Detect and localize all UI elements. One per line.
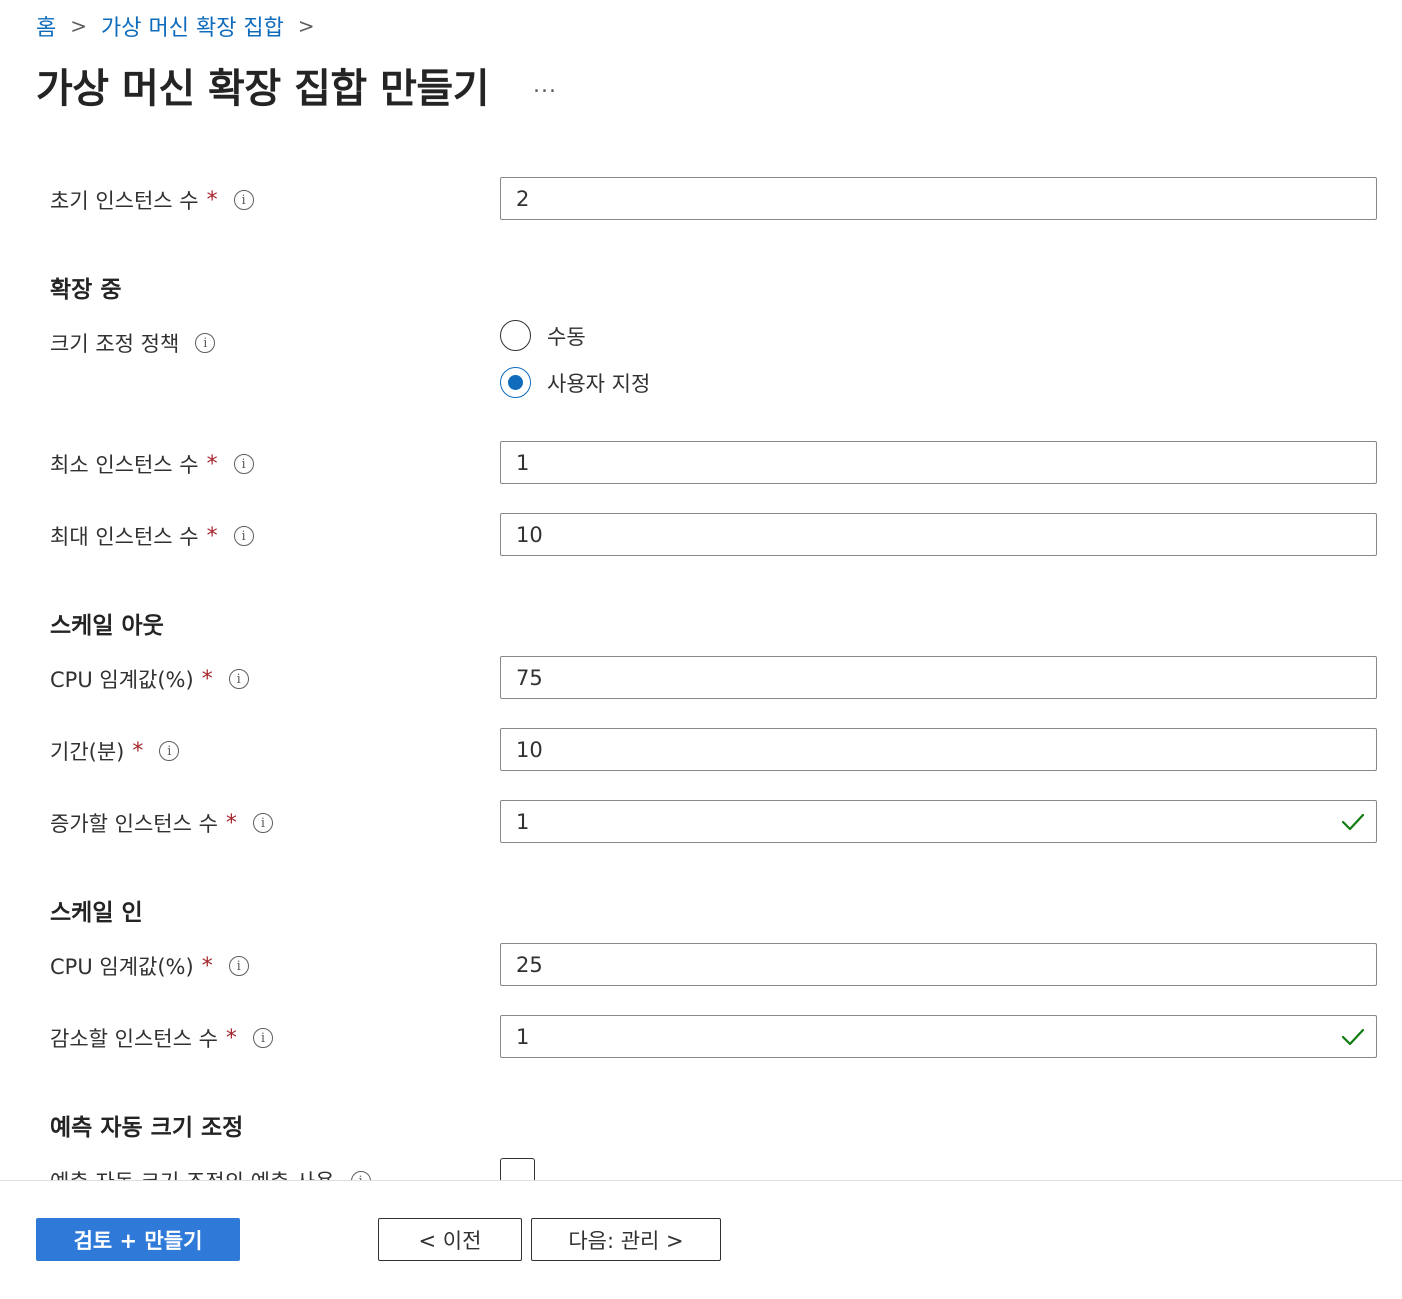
max-instances-value: 10 [516, 522, 543, 547]
breadcrumb-vmss-link[interactable]: 가상 머신 확장 집합 [101, 10, 284, 42]
scale-out-cpu-label: CPU 임계값(%) * i [50, 664, 249, 694]
more-icon[interactable]: ... [533, 73, 557, 98]
info-icon[interactable]: i [228, 956, 249, 976]
decrease-instances-label: 감소할 인스턴스 수 * i [50, 1023, 273, 1053]
radio-custom-circle[interactable] [500, 367, 531, 398]
initial-instances-value: 2 [516, 186, 530, 211]
increase-instances-value: 1 [516, 809, 530, 834]
duration-value: 10 [516, 737, 543, 762]
increase-instances-label-text: 증가할 인스턴스 수 [50, 812, 218, 836]
min-instances-label-text: 최소 인스턴스 수 [50, 453, 199, 477]
breadcrumb: 홈 > 가상 머신 확장 집합 > [36, 10, 329, 42]
predictive-enable-checkbox[interactable] [500, 1158, 535, 1180]
decrease-instances-label-text: 감소할 인스턴스 수 [50, 1027, 218, 1051]
scaling-policy-label: 크기 조정 정책 i [50, 328, 216, 358]
required-mark: * [206, 523, 218, 549]
info-icon[interactable]: i [252, 1028, 273, 1048]
scale-in-cpu-label: CPU 임계값(%) * i [50, 951, 249, 981]
required-mark: * [201, 666, 213, 692]
info-icon[interactable]: i [159, 741, 180, 761]
page-title: 가상 머신 확장 집합 만들기 [36, 66, 490, 112]
required-mark: * [201, 953, 213, 979]
previous-button[interactable]: < 이전 [378, 1218, 522, 1261]
required-mark: * [225, 810, 237, 836]
predictive-enable-label: 예측 자동 크기 조정의 예측 사용 i [50, 1166, 371, 1180]
initial-instances-label: 초기 인스턴스 수 * i [50, 185, 254, 215]
info-icon[interactable]: i [233, 190, 254, 210]
title-row: 가상 머신 확장 집합 만들기 ... [36, 56, 557, 114]
increase-instances-label: 증가할 인스턴스 수 * i [50, 808, 273, 838]
decrease-instances-input[interactable]: 1 [500, 1015, 1377, 1058]
chevron-right-icon: > [70, 14, 88, 38]
info-icon[interactable]: i [195, 333, 216, 353]
predictive-enable-label-text: 예측 자동 크기 조정의 예측 사용 [50, 1166, 335, 1180]
form-content[interactable]: 초기 인스턴스 수 * i 2 확장 중 크기 조정 정책 i 수동 사용자 지… [0, 140, 1402, 1180]
info-icon[interactable]: i [228, 669, 249, 689]
min-instances-input[interactable]: 1 [500, 441, 1377, 484]
radio-custom-label: 사용자 지정 [547, 371, 651, 396]
scaling-policy-label-text: 크기 조정 정책 [50, 332, 180, 356]
section-scale-out-heading: 스케일 아웃 [50, 613, 164, 639]
required-mark: * [206, 451, 218, 477]
section-predictive-heading: 예측 자동 크기 조정 [50, 1115, 244, 1141]
section-scaling-heading: 확장 중 [50, 277, 122, 303]
radio-custom[interactable]: 사용자 지정 [500, 367, 650, 398]
footer-bar: 검토 + 만들기 < 이전 다음: 관리 > [0, 1180, 1402, 1299]
info-icon[interactable]: i [350, 1171, 371, 1180]
radio-manual-circle[interactable] [500, 320, 531, 351]
max-instances-input[interactable]: 10 [500, 513, 1377, 556]
info-icon[interactable]: i [233, 454, 254, 474]
duration-label-text: 기간(분) [50, 740, 125, 764]
scale-in-cpu-label-text: CPU 임계값(%) [50, 955, 194, 979]
radio-manual[interactable]: 수동 [500, 320, 586, 351]
breadcrumb-home-link[interactable]: 홈 [36, 10, 56, 42]
decrease-instances-value: 1 [516, 1024, 530, 1049]
duration-label: 기간(분) * i [50, 736, 180, 766]
increase-instances-input[interactable]: 1 [500, 800, 1377, 843]
scale-out-cpu-input[interactable]: 75 [500, 656, 1377, 699]
scale-in-cpu-value: 25 [516, 952, 543, 977]
min-instances-label: 최소 인스턴스 수 * i [50, 449, 254, 479]
radio-manual-label: 수동 [547, 324, 586, 349]
info-icon[interactable]: i [233, 526, 254, 546]
checkmark-icon [1341, 1028, 1365, 1046]
required-mark: * [132, 738, 144, 764]
next-manage-button[interactable]: 다음: 관리 > [531, 1218, 721, 1261]
checkmark-icon [1341, 813, 1365, 831]
min-instances-value: 1 [516, 450, 530, 475]
duration-input[interactable]: 10 [500, 728, 1377, 771]
required-mark: * [225, 1025, 237, 1051]
info-icon[interactable]: i [252, 813, 273, 833]
initial-instances-input[interactable]: 2 [500, 177, 1377, 220]
max-instances-label-text: 최대 인스턴스 수 [50, 525, 199, 549]
review-create-button[interactable]: 검토 + 만들기 [36, 1218, 240, 1261]
scale-out-cpu-value: 75 [516, 665, 543, 690]
chevron-right-icon: > [297, 14, 315, 38]
initial-instances-label-text: 초기 인스턴스 수 [50, 189, 199, 213]
max-instances-label: 최대 인스턴스 수 * i [50, 521, 254, 551]
scale-out-cpu-label-text: CPU 임계값(%) [50, 668, 194, 692]
section-scale-in-heading: 스케일 인 [50, 900, 143, 926]
required-mark: * [206, 187, 218, 213]
scale-in-cpu-input[interactable]: 25 [500, 943, 1377, 986]
